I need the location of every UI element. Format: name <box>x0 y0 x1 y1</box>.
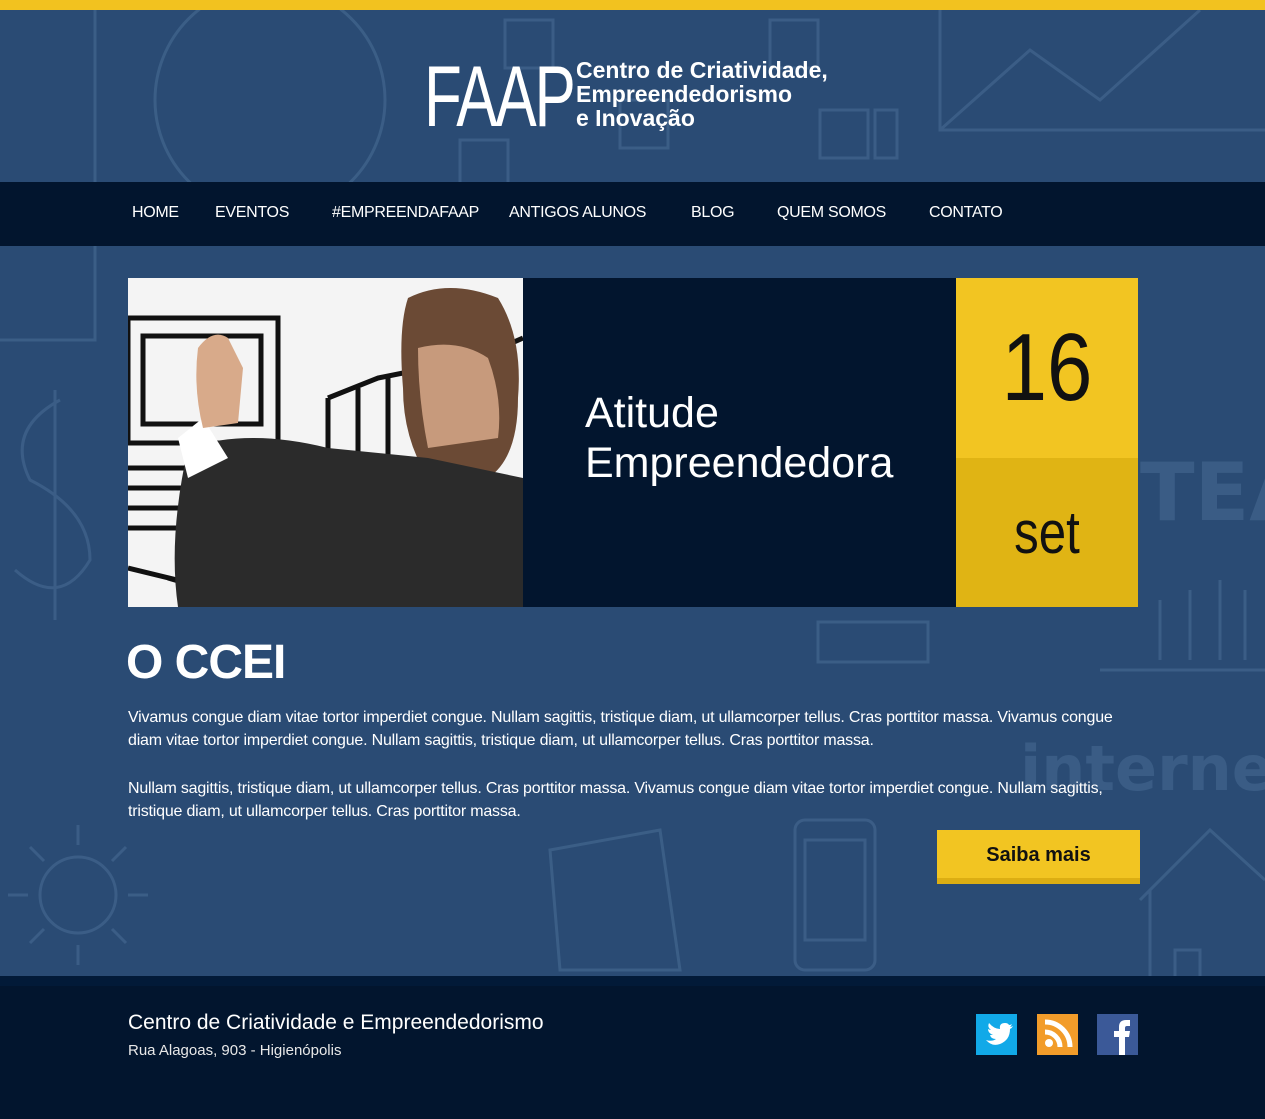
twitter-icon[interactable] <box>976 1014 1017 1055</box>
rss-icon[interactable] <box>1037 1014 1078 1055</box>
logo-wordmark: FAAP <box>424 49 576 145</box>
svg-text:TEA: TEA <box>1140 446 1265 539</box>
footer-title: Centro de Criatividade e Empreendedorism… <box>128 1011 544 1034</box>
nav-item-home[interactable]: HOME <box>132 182 179 246</box>
banner-title-line2: Empreendedora <box>585 439 894 487</box>
site-logo[interactable]: FAAP Centro de Criatividade, Empreendedo… <box>424 49 856 145</box>
banner-photo <box>128 278 523 607</box>
section-title: O CCEI <box>126 636 286 689</box>
about-paragraph-1: Vivamus congue diam vitae tortor imperdi… <box>128 709 1113 749</box>
banner-title-line1: Atitude <box>585 389 719 437</box>
nav-item-eventos[interactable]: EVENTOS <box>215 182 289 246</box>
event-day-number: 16 <box>1001 314 1093 421</box>
nav-item-quem-somos[interactable]: QUEM SOMOS <box>777 182 886 246</box>
logo-tagline: Centro de Criatividade, Empreendedorismo… <box>576 58 856 130</box>
nav-item-blog[interactable]: BLOG <box>691 182 735 246</box>
event-banner[interactable]: Atitude Empreendedora 16 set <box>128 278 1138 607</box>
site-footer: Centro de Criatividade e Empreendedorism… <box>0 976 1265 1119</box>
banner-title: Atitude Empreendedora <box>585 388 945 488</box>
saiba-mais-button[interactable]: Saiba mais <box>937 830 1140 884</box>
logo-tagline-line3: e Inovação <box>576 105 695 131</box>
main-nav: HOME EVENTOS #EMPREENDAFAAP ANTIGOS ALUN… <box>0 182 1265 246</box>
event-month-label: set <box>1014 499 1080 566</box>
logo-tagline-line2: Empreendedorismo <box>576 81 792 107</box>
nav-item-contato[interactable]: CONTATO <box>929 182 1003 246</box>
footer-address: Rua Alagoas, 903 - Higienópolis <box>128 1042 342 1059</box>
nav-item-empreendafaap[interactable]: #EMPREENDAFAAP <box>332 182 479 246</box>
logo-tagline-line1: Centro de Criatividade, <box>576 57 828 83</box>
facebook-icon[interactable] <box>1097 1014 1138 1055</box>
top-accent-bar <box>0 0 1265 10</box>
nav-item-antigos-alunos[interactable]: ANTIGOS ALUNOS <box>509 182 646 246</box>
about-paragraph-2: Nullam sagittis, tristique diam, ut ulla… <box>128 780 1103 820</box>
event-date-month: set <box>956 458 1138 607</box>
event-date-day: 16 <box>956 278 1138 458</box>
banner-text-panel: Atitude Empreendedora <box>523 278 956 607</box>
